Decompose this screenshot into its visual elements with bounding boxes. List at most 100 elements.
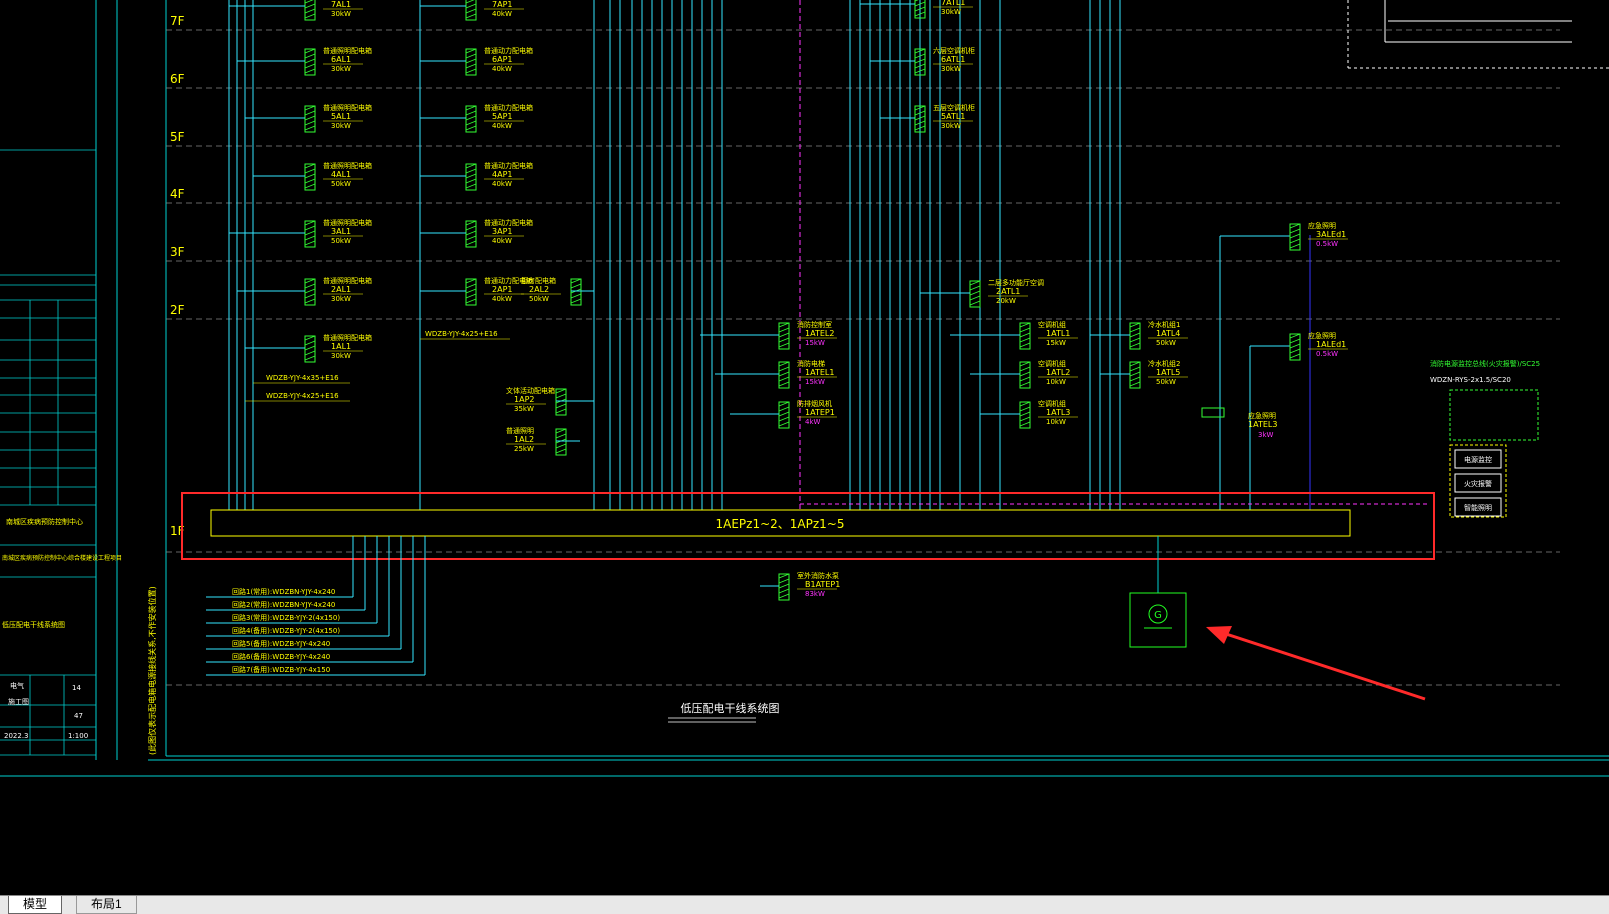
- box-rating: 40kW: [492, 295, 512, 303]
- cad-drawing-canvas[interactable]: 南城区疾病预防控制中心 南城区疾病预防控制中心综合楼建设工程项目 低压配电干线系…: [0, 0, 1609, 895]
- box-id: 6AL1: [331, 55, 351, 64]
- box-rating: 30kW: [941, 65, 961, 73]
- incoming-cable-label: 回路7(备用):WDZB-YJY-4x150: [232, 665, 330, 674]
- distribution-box: 六层空调机柜6ATL130kW: [870, 46, 975, 76]
- box-id: 1ATEP1: [805, 408, 835, 417]
- floor-label-4f: 4F: [170, 187, 185, 201]
- box-rating: 30kW: [941, 8, 961, 16]
- floor-label-3f: 3F: [170, 245, 185, 259]
- box-rating: 30kW: [331, 122, 351, 130]
- distribution-box: 空调机组1ATL310kW: [980, 399, 1078, 429]
- incoming-cable-label: 回路6(备用):WDZB-YJY-4x240: [232, 652, 330, 661]
- title-block-scale: 1:100: [68, 732, 88, 740]
- box-id: 1AL2: [514, 435, 534, 444]
- distribution-box: 防排烟风机1ATEP14kW: [730, 399, 837, 429]
- box-name: 普通动力配电箱: [484, 46, 533, 55]
- box-rating: 10kW: [1046, 378, 1066, 386]
- title-block-project: 南城区疾病预防控制中心综合楼建设工程项目: [2, 554, 122, 562]
- box-name: 应急照明: [1308, 221, 1336, 230]
- svg-text:G: G: [1154, 610, 1162, 621]
- distribution-box: 普通照明配电箱7AL130kW: [229, 0, 363, 21]
- box-rating: 25kW: [514, 445, 534, 453]
- distribution-box: 普通动力配电箱4AP140kW: [420, 161, 533, 191]
- title-block-total: 47: [74, 712, 83, 720]
- distribution-box: 普通动力配电箱6AP140kW: [420, 46, 533, 76]
- box-rating: 50kW: [331, 237, 351, 245]
- box-name: 应急照明: [1248, 411, 1276, 420]
- box-rating: 50kW: [1156, 339, 1176, 347]
- box-name: 六层空调机柜: [933, 46, 975, 55]
- box-rating: 20kW: [996, 297, 1016, 305]
- box-id: 2AL2: [529, 285, 549, 294]
- distribution-box: 空调机组1ATL115kW: [950, 320, 1078, 350]
- box-name: 普通照明: [506, 426, 534, 435]
- fire-panel-label: 火灾报警: [1464, 479, 1492, 488]
- box-name: 普通动力配电箱: [484, 103, 533, 112]
- box-id: 2AL1: [331, 285, 351, 294]
- box-id: 7ATL1: [941, 0, 965, 7]
- floor-label-6f: 6F: [170, 72, 185, 86]
- box-id: 5ATL1: [941, 112, 965, 121]
- distribution-box: 普通照明配电箱3AL150kW: [229, 218, 372, 248]
- fire-panel-label: 电源监控: [1464, 455, 1492, 464]
- box-id: 4AP1: [492, 170, 512, 179]
- incoming-cable-label: 回路2(常用):WDZBN-YJY-4x240: [232, 600, 335, 609]
- box-id: 1ATEL3: [1248, 420, 1277, 429]
- box-id: 7AP1: [492, 0, 512, 9]
- distribution-box: 普通照明配电箱2AL130kW: [237, 276, 372, 306]
- tab-model[interactable]: 模型: [8, 896, 63, 914]
- cable-label: WDZB-YJY-4x25+E16: [425, 330, 498, 338]
- box-name: 普通照明配电箱: [323, 333, 372, 342]
- incoming-cable-label: 回路5(备用):WDZB-YJY-4x240: [232, 639, 330, 648]
- distribution-box: 普通照明1AL225kW: [506, 426, 580, 456]
- box-name: 五层空调机柜: [933, 103, 975, 112]
- distribution-box: 应急照明3ALEd10.5kW: [1289, 221, 1348, 251]
- box-rating: 0.5kW: [1316, 240, 1338, 248]
- box-name: 普通照明配电箱: [323, 276, 372, 285]
- box-id: 1ATL1: [1046, 329, 1070, 338]
- distribution-box: 五层空调机柜5ATL130kW: [880, 103, 975, 133]
- distribution-box: 冷水机组21ATL550kW: [1100, 359, 1188, 389]
- fire-alarm-panel[interactable]: 消防电源监控总线(火灾报警)/SC25 WDZN-RYS-2x1.5/SC20 电源…: [1430, 359, 1540, 518]
- box-rating: 15kW: [805, 378, 825, 386]
- title-block-grid: [0, 149, 96, 756]
- box-id: 1ATEL1: [805, 368, 834, 377]
- box-id: B1ATEP1: [805, 580, 840, 589]
- box-name: 空调机组: [1038, 399, 1066, 408]
- box-id: 3AP1: [492, 227, 512, 236]
- floor-label-5f: 5F: [170, 130, 185, 144]
- box-rating: 40kW: [492, 180, 512, 188]
- distribution-box: 消防控制室1ATEL215kW: [700, 320, 837, 350]
- incoming-cable-label: 回路1(常用):WDZBN-YJY-4x240: [232, 587, 335, 596]
- distribution-box: 普通动力配电箱3AP140kW: [420, 218, 533, 248]
- tab-layout1[interactable]: 布局1: [76, 896, 137, 914]
- generator-symbol[interactable]: G: [1129, 536, 1187, 648]
- box-rating: 30kW: [941, 122, 961, 130]
- box-id: 4AL1: [331, 170, 351, 179]
- box-name: 冷水机组1: [1148, 320, 1180, 329]
- distribution-box: 普通动力配电箱7AP140kW: [420, 0, 524, 21]
- box-rating: 50kW: [331, 180, 351, 188]
- distribution-box: 普通动力配电箱5AP140kW: [420, 103, 533, 133]
- box-id: 1AP2: [514, 395, 534, 404]
- box-id: 6ATL1: [941, 55, 965, 64]
- distribution-box: 普通照明配电箱5AL130kW: [245, 103, 372, 133]
- box-rating: 30kW: [331, 295, 351, 303]
- transfer-switch-icon: [1201, 407, 1225, 418]
- floor-label-7f: 7F: [170, 14, 185, 28]
- distribution-box: 文体活动配电箱1AP235kW: [506, 386, 594, 416]
- box-rating: 83kW: [805, 590, 825, 598]
- title-block-org: 南城区疾病预防控制中心: [6, 517, 83, 526]
- box-id: 1ATEL2: [805, 329, 834, 338]
- diagram-title: 低压配电干线系统图: [681, 701, 780, 715]
- box-rating: 40kW: [492, 65, 512, 73]
- fire-panel-label: 智能照明: [1464, 503, 1492, 512]
- box-id: 1ALEd1: [1316, 340, 1346, 349]
- box-name: 二层多功能厅空调: [988, 278, 1044, 287]
- floor-lines: 7F6F5F4F3F2F1F: [166, 14, 1560, 686]
- riser-lines: [228, 0, 1430, 510]
- incoming-cables: 回路1(常用):WDZBN-YJY-4x240 回路2(常用):WDZBN-YJY…: [206, 536, 426, 676]
- box-id: 1ATL3: [1046, 408, 1070, 417]
- title-block-text: 南城区疾病预防控制中心 南城区疾病预防控制中心综合楼建设工程项目 低压配电干线系…: [2, 517, 122, 740]
- distribution-box: 普通照明配电箱4AL150kW: [253, 161, 372, 191]
